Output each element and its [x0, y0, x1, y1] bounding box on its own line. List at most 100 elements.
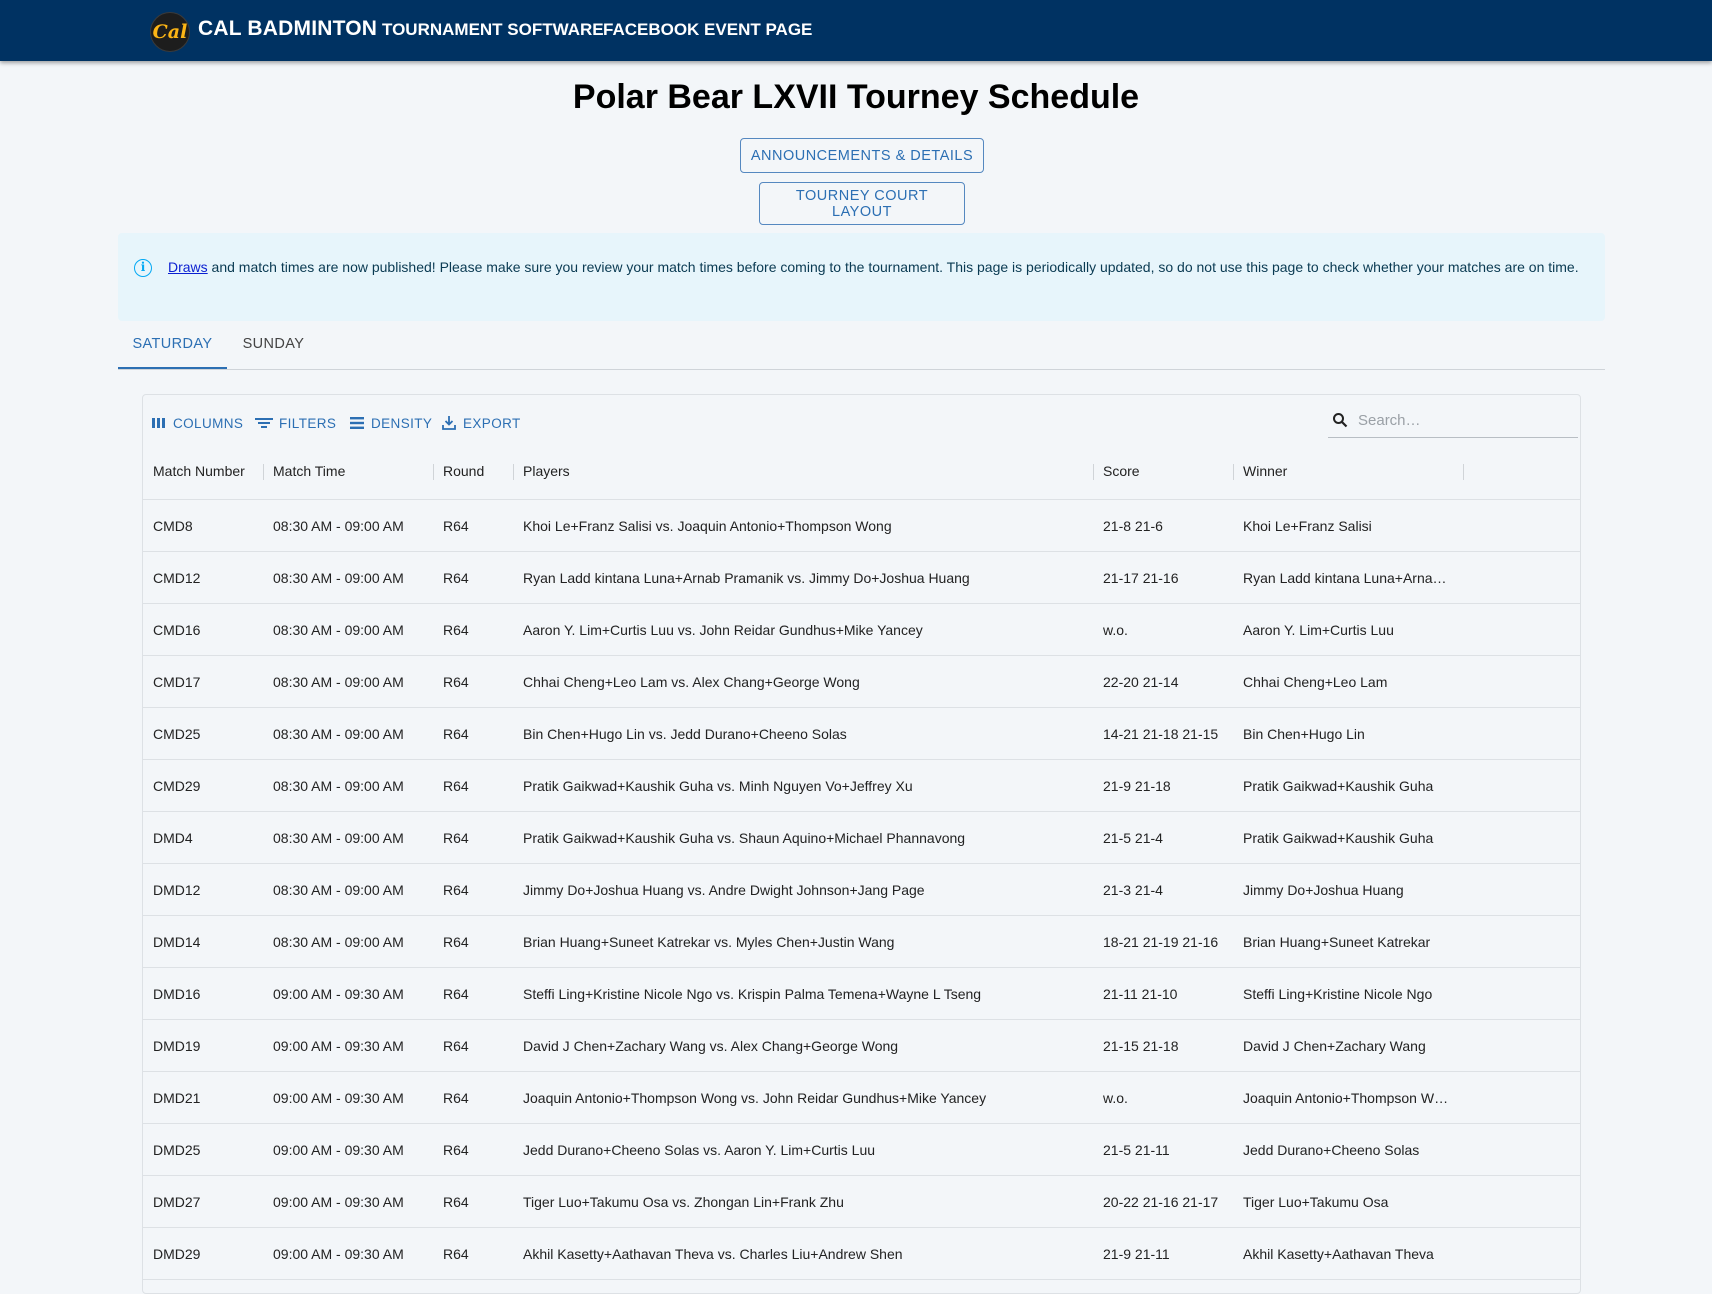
cell-winner: Bin Chen+Hugo Lin	[1243, 725, 1365, 742]
cell-winner: Ryan Ladd kintana Luna+Arna…	[1243, 569, 1447, 586]
column-header-winner[interactable]: Winner	[1243, 443, 1287, 499]
cell-match-time: 08:30 AM - 09:00 AM	[273, 777, 404, 794]
column-separator[interactable]	[1093, 464, 1094, 480]
brand-link[interactable]: CAL BADMINTON	[198, 17, 377, 41]
column-separator[interactable]	[1233, 464, 1234, 480]
table-row[interactable]: DMD29 09:00 AM - 09:30 AM R64 Akhil Kasetty…	[143, 1228, 1580, 1280]
search-box[interactable]	[1328, 403, 1578, 438]
cell-score: 21-9 21-18	[1103, 777, 1171, 794]
export-button[interactable]: EXPORT	[441, 411, 521, 435]
cell-match-time: 08:30 AM - 09:00 AM	[273, 933, 404, 950]
info-icon: i	[134, 259, 152, 277]
cell-match-time: 09:00 AM - 09:30 AM	[273, 1141, 404, 1158]
tab-saturday[interactable]: SATURDAY	[118, 321, 227, 369]
top-nav: Cal CAL BADMINTON TOURNAMENT SOFTWARE FA…	[0, 0, 1712, 61]
cell-players: Steffi Ling+Kristine Nicole Ngo vs. Kris…	[523, 985, 982, 1002]
draws-link[interactable]: Draws	[168, 259, 208, 275]
cell-round: R64	[443, 1141, 469, 1158]
cell-winner: Chhai Cheng+Leo Lam	[1243, 673, 1388, 690]
cell-round: R64	[443, 725, 469, 742]
table-row[interactable]: DMD16 09:00 AM - 09:30 AM R64 Steffi Ling+K…	[143, 968, 1580, 1020]
density-label: DENSITY	[371, 415, 433, 431]
announcements-details-button[interactable]: ANNOUNCEMENTS & DETAILS	[740, 138, 984, 173]
nav-link-facebook-event-page[interactable]: FACEBOOK EVENT PAGE	[603, 20, 812, 40]
cell-match-time: 09:00 AM - 09:30 AM	[273, 985, 404, 1002]
column-header-match-time[interactable]: Match Time	[273, 443, 345, 499]
table-row[interactable]: DMD4 08:30 AM - 09:00 AM R64 Pratik Gaikwad…	[143, 812, 1580, 864]
table-row[interactable]: CMD8 08:30 AM - 09:00 AM R64 Khoi Le+Franz …	[143, 500, 1580, 552]
cell-score: w.o.	[1103, 1089, 1128, 1106]
table-row[interactable]: DMD21 09:00 AM - 09:30 AM R64 Joaquin Anton…	[143, 1072, 1580, 1124]
export-label: EXPORT	[463, 415, 521, 431]
cell-round: R64	[443, 829, 469, 846]
cell-winner: Jimmy Do+Joshua Huang	[1243, 881, 1404, 898]
cell-match-number: CMD16	[153, 621, 201, 638]
cell-round: R64	[443, 517, 469, 534]
density-button[interactable]: DENSITY	[349, 411, 432, 435]
cell-match-time: 08:30 AM - 09:00 AM	[273, 621, 404, 638]
column-separator[interactable]	[1463, 464, 1464, 480]
tourney-court-layout-button[interactable]: TOURNEY COURT LAYOUT	[759, 182, 965, 225]
cell-score: w.o.	[1103, 621, 1128, 638]
table-row[interactable]: DMD14 08:30 AM - 09:00 AM R64 Brian Huang+S…	[143, 916, 1580, 968]
column-separator[interactable]	[433, 464, 434, 480]
search-icon	[1333, 413, 1348, 428]
cell-players: Akhil Kasetty+Aathavan Theva vs. Charles…	[523, 1245, 903, 1262]
table-row[interactable]: CMD29 08:30 AM - 09:00 AM R64 Pratik Gaikwa…	[143, 760, 1580, 812]
cell-round: R64	[443, 569, 469, 586]
table-row[interactable]: CMD17 08:30 AM - 09:00 AM R64 Chhai Cheng+L…	[143, 656, 1580, 708]
grid-rows: CMD8 08:30 AM - 09:00 AM R64 Khoi Le+Franz …	[143, 500, 1580, 1280]
table-row[interactable]: CMD12 08:30 AM - 09:00 AM R64 Ryan Ladd kin…	[143, 552, 1580, 604]
cell-round: R64	[443, 881, 469, 898]
table-row[interactable]: DMD25 09:00 AM - 09:30 AM R64 Jedd Durano+C…	[143, 1124, 1580, 1176]
cell-players: David J Chen+Zachary Wang vs. Alex Chang…	[523, 1037, 899, 1054]
cal-logo[interactable]: Cal	[150, 12, 190, 52]
cell-match-number: DMD4	[153, 829, 193, 846]
column-header-players[interactable]: Players	[523, 443, 570, 499]
cell-winner: Pratik Gaikwad+Kaushik Guha	[1243, 777, 1434, 794]
cell-match-time: 08:30 AM - 09:00 AM	[273, 829, 404, 846]
cell-score: 22-20 21-14	[1103, 673, 1179, 690]
column-header-score[interactable]: Score	[1103, 443, 1140, 499]
table-row[interactable]: CMD25 08:30 AM - 09:00 AM R64 Bin Chen+Hugo…	[143, 708, 1580, 760]
cell-round: R64	[443, 933, 469, 950]
column-separator[interactable]	[263, 464, 264, 480]
table-row[interactable]: CMD16 08:30 AM - 09:00 AM R64 Aaron Y. Lim+…	[143, 604, 1580, 656]
cell-score: 21-17 21-16	[1103, 569, 1179, 586]
cell-winner: Jedd Durano+Cheeno Solas	[1243, 1141, 1420, 1158]
filters-button[interactable]: FILTERS	[255, 411, 336, 435]
cell-winner: Aaron Y. Lim+Curtis Luu	[1243, 621, 1394, 638]
cell-players: Pratik Gaikwad+Kaushik Guha vs. Minh Ngu…	[523, 777, 913, 794]
column-separator[interactable]	[513, 464, 514, 480]
column-header-match-number[interactable]: Match Number	[153, 443, 245, 499]
table-row[interactable]: DMD12 08:30 AM - 09:00 AM R64 Jimmy Do+Josh…	[143, 864, 1580, 916]
search-input[interactable]	[1356, 410, 1570, 430]
nav-link-tournament-software[interactable]: TOURNAMENT SOFTWARE	[382, 20, 604, 40]
column-header-round[interactable]: Round	[443, 443, 484, 499]
cell-match-number: CMD29	[153, 777, 201, 794]
columns-button[interactable]: COLUMNS	[151, 411, 243, 435]
cell-round: R64	[443, 673, 469, 690]
cell-round: R64	[443, 621, 469, 638]
cell-score: 21-3 21-4	[1103, 881, 1163, 898]
filters-label: FILTERS	[279, 415, 337, 431]
cell-score: 21-5 21-11	[1103, 1141, 1170, 1158]
export-icon	[442, 416, 456, 430]
cell-match-time: 09:00 AM - 09:30 AM	[273, 1193, 404, 1210]
cell-players: Ryan Ladd kintana Luna+Arnab Pramanik vs…	[523, 569, 970, 586]
cell-match-number: DMD14	[153, 933, 201, 950]
logo-text: Cal	[152, 21, 188, 43]
table-row[interactable]: DMD19 09:00 AM - 09:30 AM R64 David J Chen+…	[143, 1020, 1580, 1072]
cell-match-number: DMD27	[153, 1193, 201, 1210]
cell-score: 18-21 21-19 21-16	[1103, 933, 1219, 950]
cell-round: R64	[443, 1245, 469, 1262]
tab-sunday[interactable]: SUNDAY	[227, 321, 320, 367]
columns-icon	[152, 418, 165, 428]
cell-match-number: DMD16	[153, 985, 201, 1002]
cell-match-number: DMD19	[153, 1037, 201, 1054]
cell-match-time: 09:00 AM - 09:30 AM	[273, 1245, 404, 1262]
table-row[interactable]: DMD27 09:00 AM - 09:30 AM R64 Tiger Luo+Tak…	[143, 1176, 1580, 1228]
cell-players: Brian Huang+Suneet Katrekar vs. Myles Ch…	[523, 933, 895, 950]
cell-match-time: 09:00 AM - 09:30 AM	[273, 1037, 404, 1054]
cell-players: Bin Chen+Hugo Lin vs. Jedd Durano+Cheeno…	[523, 725, 847, 742]
